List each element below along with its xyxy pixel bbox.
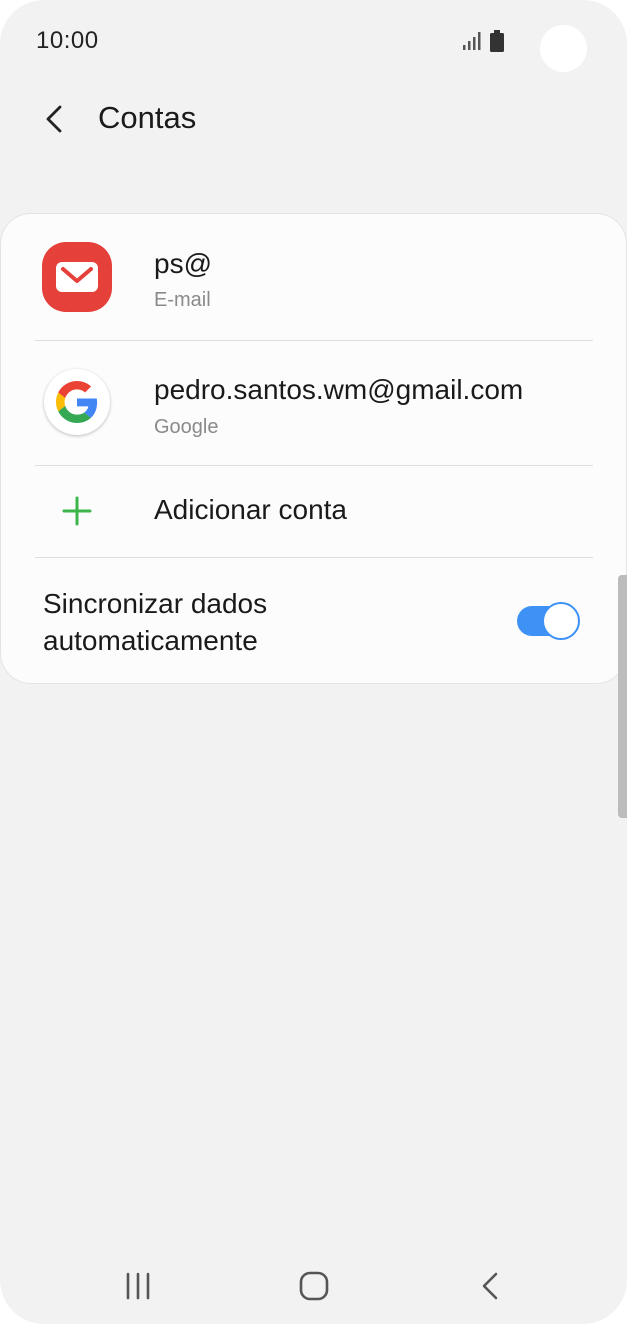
chevron-left-icon bbox=[46, 105, 62, 133]
accounts-card: ps@ E-mail pedro.santos.wm@gmail.com Goo… bbox=[1, 214, 626, 683]
account-type: Google bbox=[154, 416, 219, 438]
status-time: 10:00 bbox=[36, 27, 99, 54]
google-icon bbox=[44, 369, 110, 435]
navigation-bar bbox=[0, 1244, 627, 1324]
scrollbar[interactable] bbox=[618, 575, 627, 818]
sync-data-label: Sincronizar dados automaticamente bbox=[43, 588, 268, 656]
add-account-button[interactable]: Adicionar conta bbox=[1, 465, 626, 557]
page-title: Contas bbox=[98, 100, 197, 135]
plus-icon bbox=[62, 496, 92, 526]
camera-cutout bbox=[540, 25, 587, 72]
app-header: Contas bbox=[0, 84, 627, 154]
status-bar: 10:00 bbox=[0, 0, 627, 84]
account-type: E-mail bbox=[154, 289, 211, 311]
account-item-email[interactable]: ps@ E-mail bbox=[1, 214, 626, 340]
recent-apps-icon[interactable] bbox=[118, 1266, 158, 1306]
google-g-icon bbox=[56, 381, 98, 423]
add-account-label: Adicionar conta bbox=[154, 494, 348, 525]
back-button[interactable] bbox=[30, 94, 80, 144]
sync-toggle[interactable] bbox=[517, 602, 581, 640]
envelope-icon bbox=[56, 262, 98, 292]
account-name: ps@ bbox=[154, 248, 212, 279]
home-icon[interactable] bbox=[294, 1266, 334, 1306]
battery-icon bbox=[490, 30, 504, 52]
toggle-knob bbox=[542, 602, 580, 640]
back-nav-icon[interactable] bbox=[470, 1266, 510, 1306]
account-item-google[interactable]: pedro.santos.wm@gmail.com Google bbox=[1, 340, 626, 465]
email-app-icon bbox=[42, 242, 112, 312]
phone-screen: 10:00 Contas ps@ E-mail pedro.santos.wm@… bbox=[0, 0, 627, 1324]
account-name: pedro.santos.wm@gmail.com bbox=[154, 374, 524, 405]
sync-data-row[interactable]: Sincronizar dados automaticamente bbox=[1, 557, 626, 683]
signal-icon bbox=[463, 32, 481, 50]
